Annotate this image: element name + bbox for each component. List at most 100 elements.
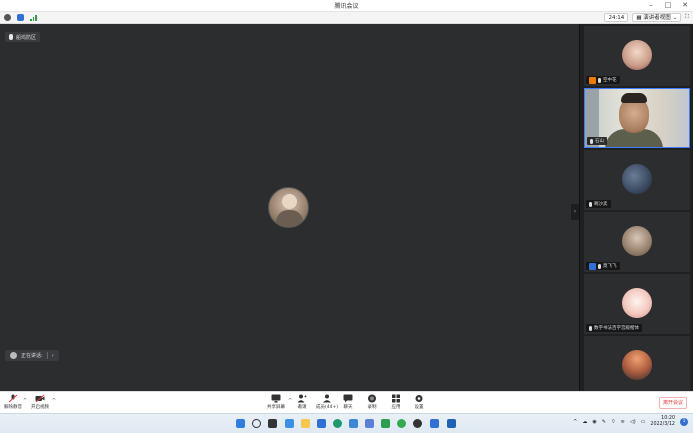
- apps-button[interactable]: 应用: [391, 394, 401, 410]
- participant-name: 莫飞飞: [603, 264, 617, 269]
- participant-name-tag: 数字书法百字宫殿楷体: [586, 324, 642, 332]
- fullscreen-icon[interactable]: ⛶: [685, 14, 689, 21]
- tencent-meeting-icon[interactable]: [430, 419, 439, 428]
- chevron-right-icon: ›: [51, 352, 54, 359]
- info-icon[interactable]: [4, 14, 11, 21]
- avatar: [622, 40, 652, 70]
- store-icon[interactable]: [317, 419, 326, 428]
- apps-icon: [392, 394, 400, 403]
- meeting-timer: 24:14: [604, 13, 629, 22]
- layout-label: 演讲者视图: [643, 15, 671, 21]
- mute-label: 解除静音: [4, 405, 22, 410]
- cohost-badge-icon: [589, 262, 596, 270]
- os-taskbar: ^ ☁ ◉ ✎ ⌔ ≋ ◁) ▭ 10:20 2022/3/12 1: [0, 413, 693, 433]
- participant-tile-active[interactable]: 石山: [584, 88, 690, 148]
- settings-label: 设置: [414, 405, 424, 410]
- chat-button[interactable]: 聊天: [343, 394, 353, 410]
- shield-icon[interactable]: [17, 14, 24, 21]
- active-speaker-tag: 船坞防区: [5, 32, 41, 42]
- app-icon[interactable]: [365, 419, 374, 428]
- task-view-icon[interactable]: [268, 419, 277, 428]
- camera-off-icon: [35, 394, 45, 403]
- active-speaker-name: 船坞防区: [16, 34, 37, 41]
- microphone-icon: [598, 263, 601, 269]
- chevron-up-icon[interactable]: ^: [288, 398, 292, 404]
- speaking-indicator[interactable]: 正在讲话: ›: [5, 350, 59, 361]
- share-label: 共享屏幕: [267, 405, 285, 410]
- chevron-up-icon[interactable]: ^: [573, 419, 577, 425]
- wifi-icon[interactable]: ≋: [621, 419, 625, 425]
- participant-name-tag: 啊沙卖: [586, 200, 611, 208]
- participant-tile[interactable]: 数字书法百字宫殿楷体: [584, 274, 690, 334]
- clock[interactable]: 10:20 2022/3/12: [650, 416, 675, 428]
- date: 2022/3/12: [650, 422, 675, 427]
- volume-icon[interactable]: ◁): [630, 419, 636, 425]
- avatar: [622, 350, 652, 380]
- microphone-icon: [589, 201, 592, 207]
- speaking-avatar-icon: [10, 352, 17, 359]
- search-icon[interactable]: [252, 419, 261, 428]
- video-button[interactable]: 开启视频: [31, 394, 49, 410]
- chevron-up-icon[interactable]: ^: [23, 398, 27, 404]
- participant-tile[interactable]: 啊沙卖: [584, 150, 690, 210]
- gear-icon: [415, 395, 423, 402]
- participant-name: 数字书法百字宫殿楷体: [594, 326, 639, 331]
- participant-tile[interactable]: 空中花: [584, 26, 690, 86]
- microphone-icon: [589, 325, 592, 331]
- chat-label: 聊天: [343, 405, 353, 410]
- speaking-label: 正在讲话:: [21, 353, 43, 359]
- members-icon: [323, 394, 331, 403]
- app-icon[interactable]: [413, 419, 422, 428]
- invite-button[interactable]: 邀请: [297, 394, 307, 410]
- apps-label: 应用: [391, 405, 401, 410]
- microphone-icon: [590, 138, 593, 144]
- avatar: [622, 164, 652, 194]
- meeting-info-bar: 24:14 ▦ 演讲者视图 ⌄ ⛶: [0, 12, 693, 24]
- word-icon[interactable]: [447, 419, 456, 428]
- invite-label: 邀请: [297, 405, 307, 410]
- app-tray-icon[interactable]: ◉: [592, 419, 596, 425]
- xbox-icon[interactable]: [381, 419, 390, 428]
- collapse-panel-handle[interactable]: ›: [571, 204, 579, 220]
- system-tray: ^ ☁ ◉ ✎ ⌔ ≋ ◁) ▭ 10:20 2022/3/12 1: [573, 416, 688, 428]
- members-label: 成员(44+): [316, 405, 339, 410]
- record-button[interactable]: 录制: [367, 394, 377, 410]
- participant-panel[interactable]: 空中花 石山 啊沙卖 莫飞飞 数字书法百字宫殿楷体: [579, 24, 693, 391]
- close-icon[interactable]: ✕: [681, 1, 689, 10]
- mute-button[interactable]: 解除静音: [4, 394, 22, 410]
- participant-name-tag: 空中花: [586, 76, 620, 84]
- cloud-icon[interactable]: ☁: [582, 419, 587, 425]
- widgets-icon[interactable]: [285, 419, 294, 428]
- invite-icon: [297, 394, 307, 403]
- maximize-icon[interactable]: □: [664, 1, 672, 10]
- record-icon: [368, 394, 376, 403]
- file-explorer-icon[interactable]: [301, 419, 310, 428]
- participant-name: 啊沙卖: [594, 202, 608, 207]
- pen-icon[interactable]: ✎: [602, 419, 606, 425]
- participant-tile[interactable]: 莫飞飞: [584, 212, 690, 272]
- settings-button[interactable]: 设置: [414, 394, 424, 410]
- edge-icon[interactable]: [333, 419, 342, 428]
- network-icon[interactable]: ⌔: [611, 419, 616, 425]
- members-button[interactable]: 成员(44+): [316, 394, 338, 410]
- battery-icon[interactable]: ▭: [641, 419, 646, 425]
- layout-switcher[interactable]: ▦ 演讲者视图 ⌄: [632, 13, 682, 22]
- notification-badge[interactable]: 1: [680, 418, 688, 426]
- minimize-icon[interactable]: –: [647, 1, 655, 10]
- title-bar: 腾讯会议 – □ ✕: [0, 0, 693, 12]
- microphone-off-icon: [8, 394, 18, 403]
- video-label: 开启视频: [31, 405, 49, 410]
- share-screen-button[interactable]: 共享屏幕: [267, 394, 285, 410]
- participant-name-tag: 石山: [587, 137, 607, 145]
- app-icon[interactable]: [349, 419, 358, 428]
- window-controls: – □ ✕: [647, 1, 689, 10]
- chevron-up-icon[interactable]: ^: [52, 398, 56, 404]
- chrome-icon[interactable]: [397, 419, 406, 428]
- record-label: 录制: [367, 405, 377, 410]
- participant-tile[interactable]: [584, 336, 690, 391]
- avatar: [622, 226, 652, 256]
- start-icon[interactable]: [236, 419, 245, 428]
- leave-meeting-button[interactable]: 离开会议: [659, 397, 687, 409]
- signal-icon[interactable]: [30, 14, 37, 21]
- microphone-icon: [9, 34, 13, 40]
